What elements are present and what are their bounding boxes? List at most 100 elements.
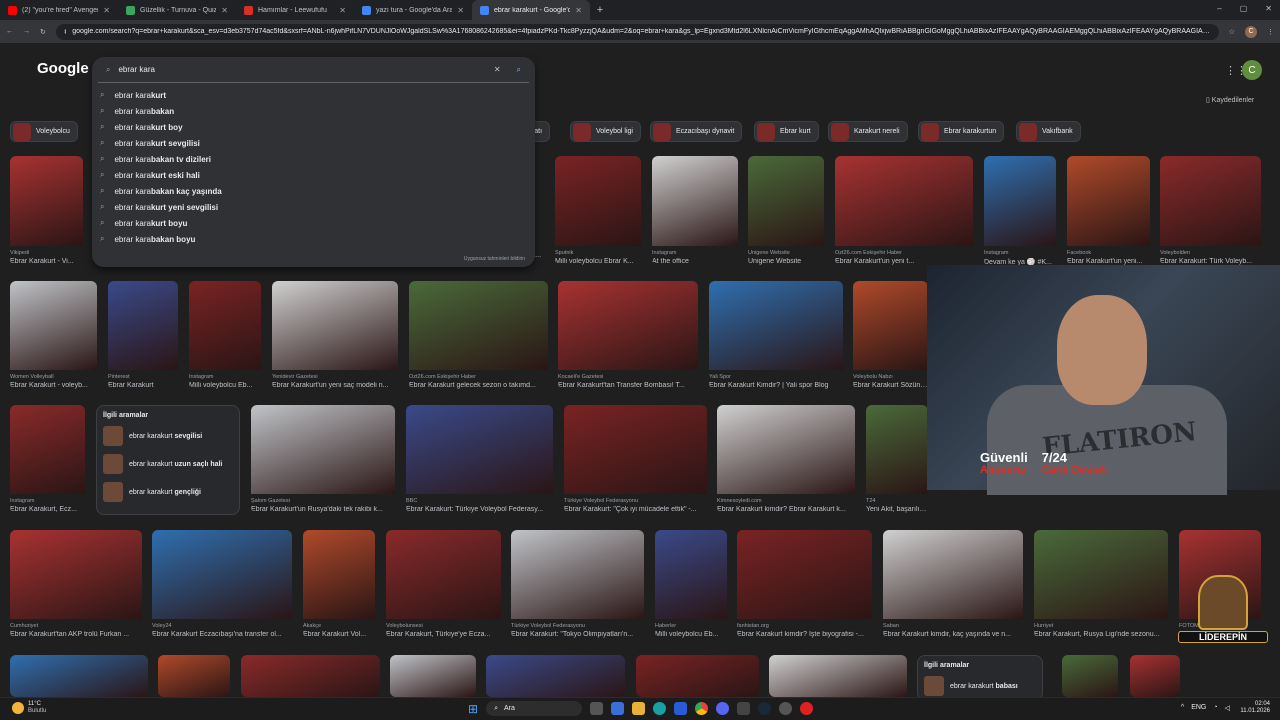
image-result[interactable]: Akakçe Ebrar Karakurt Vol... [303, 530, 375, 638]
image-result[interactable]: Pinterest Ebrar Karakurt [108, 281, 178, 389]
related-item[interactable]: ebrar karakurt gençliği [103, 482, 233, 502]
forward-icon[interactable]: → [23, 28, 30, 35]
edge-icon[interactable] [653, 702, 667, 715]
image-result[interactable] [769, 655, 907, 697]
report-predictions-link[interactable]: Uygunsuz tahminleri bildirin [464, 256, 525, 262]
browser-tab[interactable]: yazı tura - Google'da Ara ✕ [354, 0, 472, 20]
suggestion-item[interactable]: ⌕ ebrar karakurt sevgilisi [92, 135, 535, 151]
image-result[interactable]: Voleybolunsesi Ebrar Karakurt, Türkiye'ye… [386, 530, 501, 638]
image-result[interactable]: Instagram Devam ke ya 🏐 #K... [984, 156, 1056, 266]
image-result[interactable] [390, 655, 476, 697]
discord-icon[interactable] [716, 702, 730, 715]
related-item[interactable]: ebrar karakurt sevgilisi [103, 426, 233, 446]
image-result[interactable]: Yali Spor Ebrar Karakurt Kimdir? | Yali s… [709, 281, 843, 389]
weather-widget[interactable]: 11°C Bulutlu [12, 701, 46, 715]
suggestion-item[interactable]: ⌕ ebrar karabakan boyu [92, 231, 535, 247]
search-bar[interactable]: ⌕ ebrar kara ✕ ⌕ [98, 57, 529, 83]
reload-icon[interactable]: ↻ [40, 28, 46, 36]
widgets-icon[interactable] [611, 702, 625, 715]
image-result[interactable] [636, 655, 759, 697]
suggestion-item[interactable]: ⌕ ebrar karabakan kaç yaşında [92, 183, 535, 199]
filter-chip[interactable]: Ebrar kurt [754, 121, 819, 142]
volume-icon[interactable]: ◁ [1225, 704, 1230, 712]
suggestion-item[interactable]: ⌕ ebrar karakurt yeni sevgilisi [92, 199, 535, 215]
filter-chip[interactable]: Voleybolcu [10, 121, 78, 142]
clear-icon[interactable]: ✕ [494, 65, 501, 74]
image-result[interactable]: Sputnik Milli voleybolcu Ebrar K... [555, 156, 641, 265]
suggestion-item[interactable]: ⌕ ebrar karabakan [92, 103, 535, 119]
image-result[interactable]: Instagram At the office [652, 156, 738, 265]
image-result[interactable] [158, 655, 230, 697]
image-result[interactable]: Voleybolden Ebrar Karakurt: Türk Voleyb..… [1160, 156, 1261, 265]
suggestion-item[interactable]: ⌕ ebrar karakurt boyu [92, 215, 535, 231]
image-result[interactable]: Ozt26.com Eskişehir Haber Ebrar Karakurt'… [835, 156, 973, 265]
image-result[interactable]: Vikipedi Ebrar Karakurt - Vi... [10, 156, 83, 265]
image-result[interactable]: Şalom Gazetesi Ebrar Karakurt'un Rusya'da… [251, 405, 395, 513]
image-result[interactable]: Türkiye Voleybol Federasyonu Ebrar Karaku… [564, 405, 707, 513]
image-result[interactable] [486, 655, 625, 697]
profile-avatar[interactable]: C [1242, 60, 1262, 80]
clock[interactable]: 02:04 11.01.2026 [1240, 701, 1270, 715]
browser-tab[interactable]: ebrar karakurt - Google'da Ara ✕ [472, 0, 590, 20]
image-result[interactable]: Saban Ebrar Karakurt kimdir, kaç yaşında … [883, 530, 1023, 638]
filter-chip[interactable]: Eczacıbaşı dynavit [650, 121, 743, 142]
store-icon[interactable] [674, 702, 688, 715]
browser-tab[interactable]: (2) "you're fired" Avengers natio ✕ [0, 0, 118, 20]
url-text[interactable]: google.com/search?q=ebrar+karakurt&sca_e… [72, 28, 1210, 35]
image-result[interactable] [1130, 655, 1180, 697]
windows-start-icon[interactable]: ⊞ [468, 702, 478, 716]
image-result[interactable]: Voleybolu Nabzı Ebrar Karakurt Sözünü... [853, 281, 928, 389]
image-result[interactable]: Kocaeli'e Gazetesi Ebrar Karakurt'tan Tra… [558, 281, 698, 389]
image-result[interactable]: Instagram Milli voleybolcu Eb... [189, 281, 261, 389]
image-result[interactable]: Ozt26.com Eskişehir Haber Ebrar Karakurt … [409, 281, 548, 389]
search-submit-icon[interactable]: ⌕ [517, 65, 521, 75]
maximize-icon[interactable]: ▢ [1240, 4, 1248, 13]
image-result[interactable] [10, 655, 148, 697]
tab-close-icon[interactable]: ✕ [339, 6, 346, 15]
image-result[interactable]: Kimnesoyledi.com Ebrar Karakurt kimdir? E… [717, 405, 855, 513]
browser-tab[interactable]: Güzellik - Turnuva - Quizei ✕ [118, 0, 236, 20]
bookmark-star-icon[interactable]: ☆ [1229, 28, 1235, 36]
filter-chip[interactable]: Karakurt nereli [828, 121, 908, 142]
saved-link[interactable]: ▯ Kaydedilenler [1206, 96, 1254, 104]
image-result[interactable]: Women Volleyball Ebrar Karakurt - voleyb.… [10, 281, 97, 389]
google-logo[interactable]: Google [37, 60, 89, 77]
minimize-icon[interactable]: – [1217, 4, 1221, 13]
tab-close-icon[interactable]: ✕ [575, 6, 582, 15]
search-input[interactable]: ebrar kara [118, 65, 485, 74]
image-result[interactable]: Haberler Milli voleybolcu Eb... [655, 530, 727, 638]
tab-close-icon[interactable]: ✕ [103, 6, 110, 15]
menu-dots-icon[interactable]: ⋮ [1267, 28, 1274, 36]
browser-tab[interactable]: Hamımlar - Leewufufu ✕ [236, 0, 354, 20]
image-result[interactable]: T24 Yeni Akit, başarılı voleybolcu Ebrar … [866, 405, 928, 513]
image-result[interactable]: fanhistan.org Ebrar Karakurt kimdir? İşte… [737, 530, 872, 638]
image-result[interactable]: Yenidevir Gazetesi Ebrar Karakurt'un yeni… [272, 281, 398, 389]
steam-icon[interactable] [758, 702, 772, 715]
image-result[interactable]: Instagram Ebrar Karakurt, Ecz... [10, 405, 85, 513]
back-icon[interactable]: ← [6, 28, 13, 35]
image-result[interactable] [1062, 655, 1118, 697]
site-info-icon[interactable]: ⚙ [64, 28, 66, 36]
suggestion-item[interactable]: ⌕ ebrar karabakan tv dizileri [92, 151, 535, 167]
related-item[interactable]: ebrar karakurt babası [924, 676, 1036, 696]
related-item[interactable]: ebrar karakurt uzun saçlı hali [103, 454, 233, 474]
image-result[interactable]: Facebook Ebrar Karakurt'un yeni... [1067, 156, 1150, 265]
wifi-icon[interactable]: ◔ [1213, 704, 1217, 712]
chrome-icon[interactable] [695, 702, 709, 715]
filter-chip[interactable]: Vakıfbank [1016, 121, 1081, 142]
image-result[interactable]: Unigene Website Unigene Website [748, 156, 824, 265]
browser-profile-avatar[interactable]: C [1245, 25, 1257, 38]
image-result[interactable]: Türkiye Voleybol Federasyonu Ebrar Karaku… [511, 530, 644, 638]
suggestion-item[interactable]: ⌕ ebrar karakurt [92, 87, 535, 103]
filter-chip[interactable]: Ebrar karakurtun [918, 121, 1005, 142]
taskbar-search[interactable]: ⌕ Ara [486, 701, 583, 716]
filter-chip[interactable]: Voleybol ligi [570, 121, 641, 142]
file-explorer-icon[interactable] [632, 702, 646, 715]
task-view-icon[interactable] [590, 702, 604, 715]
tab-close-icon[interactable]: ✕ [457, 6, 464, 15]
app-icon[interactable] [737, 702, 751, 715]
chevron-up-icon[interactable]: ^ [1181, 704, 1184, 712]
url-field[interactable]: ⚙ google.com/search?q=ebrar+karakurt&sca… [55, 23, 1219, 40]
image-result[interactable]: Voley24 Ebrar Karakurt Eczacıbaşı'na tran… [152, 530, 292, 638]
suggestion-item[interactable]: ⌕ ebrar karakurt eski hali [92, 167, 535, 183]
